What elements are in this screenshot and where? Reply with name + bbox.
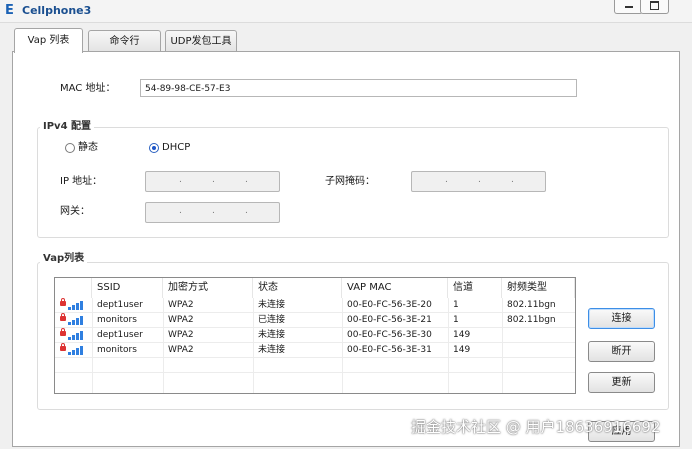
ssid-cell: monitors: [97, 345, 137, 355]
connect-button[interactable]: 连接: [588, 308, 655, 329]
ip-separator: .: [179, 206, 182, 216]
encryption-cell: WPA2: [168, 300, 194, 310]
table-row[interactable]: dept1user WPA2 未连接 00-E0-FC-56-3E-30 149: [55, 328, 575, 343]
channel-cell: 1: [453, 315, 459, 325]
ip-separator: .: [212, 175, 215, 185]
lock-icon: [60, 313, 66, 321]
disconnect-button[interactable]: 断开: [588, 341, 655, 362]
dhcp-radio[interactable]: [149, 143, 159, 153]
ssid-cell: dept1user: [97, 330, 143, 340]
channel-cell: 149: [453, 330, 471, 340]
signal-icon: [68, 345, 86, 355]
status-cell: 未连接: [258, 300, 286, 310]
ip-address-field[interactable]: . . .: [145, 171, 280, 192]
signal-icon: [68, 315, 86, 325]
vap-mac-cell: 00-E0-FC-56-3E-31: [347, 345, 432, 355]
ip-separator: .: [245, 206, 248, 216]
radio-type-cell: [502, 343, 507, 358]
encryption-cell: WPA2: [168, 345, 194, 355]
table-row-empty: [55, 358, 575, 373]
vap-mac-cell: 00-E0-FC-56-3E-21: [347, 315, 432, 325]
column-header-encryption[interactable]: 加密方式: [163, 278, 253, 298]
dhcp-radio-label: DHCP: [162, 142, 191, 153]
status-cell: 未连接: [258, 345, 286, 355]
vap-table[interactable]: SSID 加密方式 状态 VAP MAC 信道 射频类型 dept1user W…: [54, 277, 576, 394]
ip-separator: .: [511, 175, 514, 185]
ip-separator: .: [445, 175, 448, 185]
column-header-status[interactable]: 状态: [253, 278, 342, 298]
ip-address-label: IP 地址：: [60, 176, 103, 187]
status-cell: 未连接: [258, 330, 286, 340]
static-radio[interactable]: [65, 143, 75, 153]
channel-cell: 149: [453, 345, 471, 355]
vap-group-title: Vap列表: [40, 252, 88, 265]
column-header-icon[interactable]: [55, 278, 92, 298]
column-header-vap-mac[interactable]: VAP MAC: [342, 278, 448, 298]
encryption-cell: WPA2: [168, 330, 194, 340]
watermark-text: 掘金技术社区 @ 用户18636916692: [411, 418, 661, 436]
signal-icon: [68, 300, 86, 310]
table-row[interactable]: monitors WPA2 未连接 00-E0-FC-56-3E-31 149: [55, 343, 575, 358]
static-radio-label: 静态: [78, 142, 98, 153]
subnet-mask-label: 子网掩码：: [325, 176, 375, 187]
ip-separator: .: [212, 206, 215, 216]
ipv4-group-title: IPv4 配置: [40, 120, 95, 133]
gateway-field[interactable]: . . .: [145, 202, 280, 223]
gateway-label: 网关：: [60, 206, 90, 217]
column-header-ssid[interactable]: SSID: [92, 278, 163, 298]
table-row[interactable]: dept1user WPA2 未连接 00-E0-FC-56-3E-20 1 8…: [55, 298, 575, 313]
ssid-cell: dept1user: [97, 300, 143, 310]
refresh-button[interactable]: 更新: [588, 372, 655, 393]
vap-mac-cell: 00-E0-FC-56-3E-30: [347, 330, 432, 340]
mac-label: MAC 地址：: [60, 83, 116, 94]
radio-type-cell: [502, 328, 507, 343]
lock-icon: [60, 298, 66, 306]
ip-separator: .: [478, 175, 481, 185]
ip-separator: .: [245, 175, 248, 185]
vap-mac-cell: 00-E0-FC-56-3E-20: [347, 300, 432, 310]
table-row[interactable]: monitors WPA2 已连接 00-E0-FC-56-3E-21 1 80…: [55, 313, 575, 328]
ssid-cell: monitors: [97, 315, 137, 325]
status-cell: 已连接: [258, 315, 286, 325]
mac-field[interactable]: 54-89-98-CE-57-E3: [140, 79, 577, 97]
channel-cell: 1: [453, 300, 459, 310]
subnet-mask-field[interactable]: . . .: [411, 171, 546, 192]
lock-icon: [60, 328, 66, 336]
radio-type-cell: 802.11bgn: [507, 300, 556, 310]
column-header-channel[interactable]: 信道: [448, 278, 502, 298]
radio-type-cell: 802.11bgn: [507, 315, 556, 325]
signal-icon: [68, 330, 86, 340]
encryption-cell: WPA2: [168, 315, 194, 325]
column-header-radio-type[interactable]: 射频类型: [502, 278, 575, 298]
ip-separator: .: [179, 175, 182, 185]
lock-icon: [60, 343, 66, 351]
